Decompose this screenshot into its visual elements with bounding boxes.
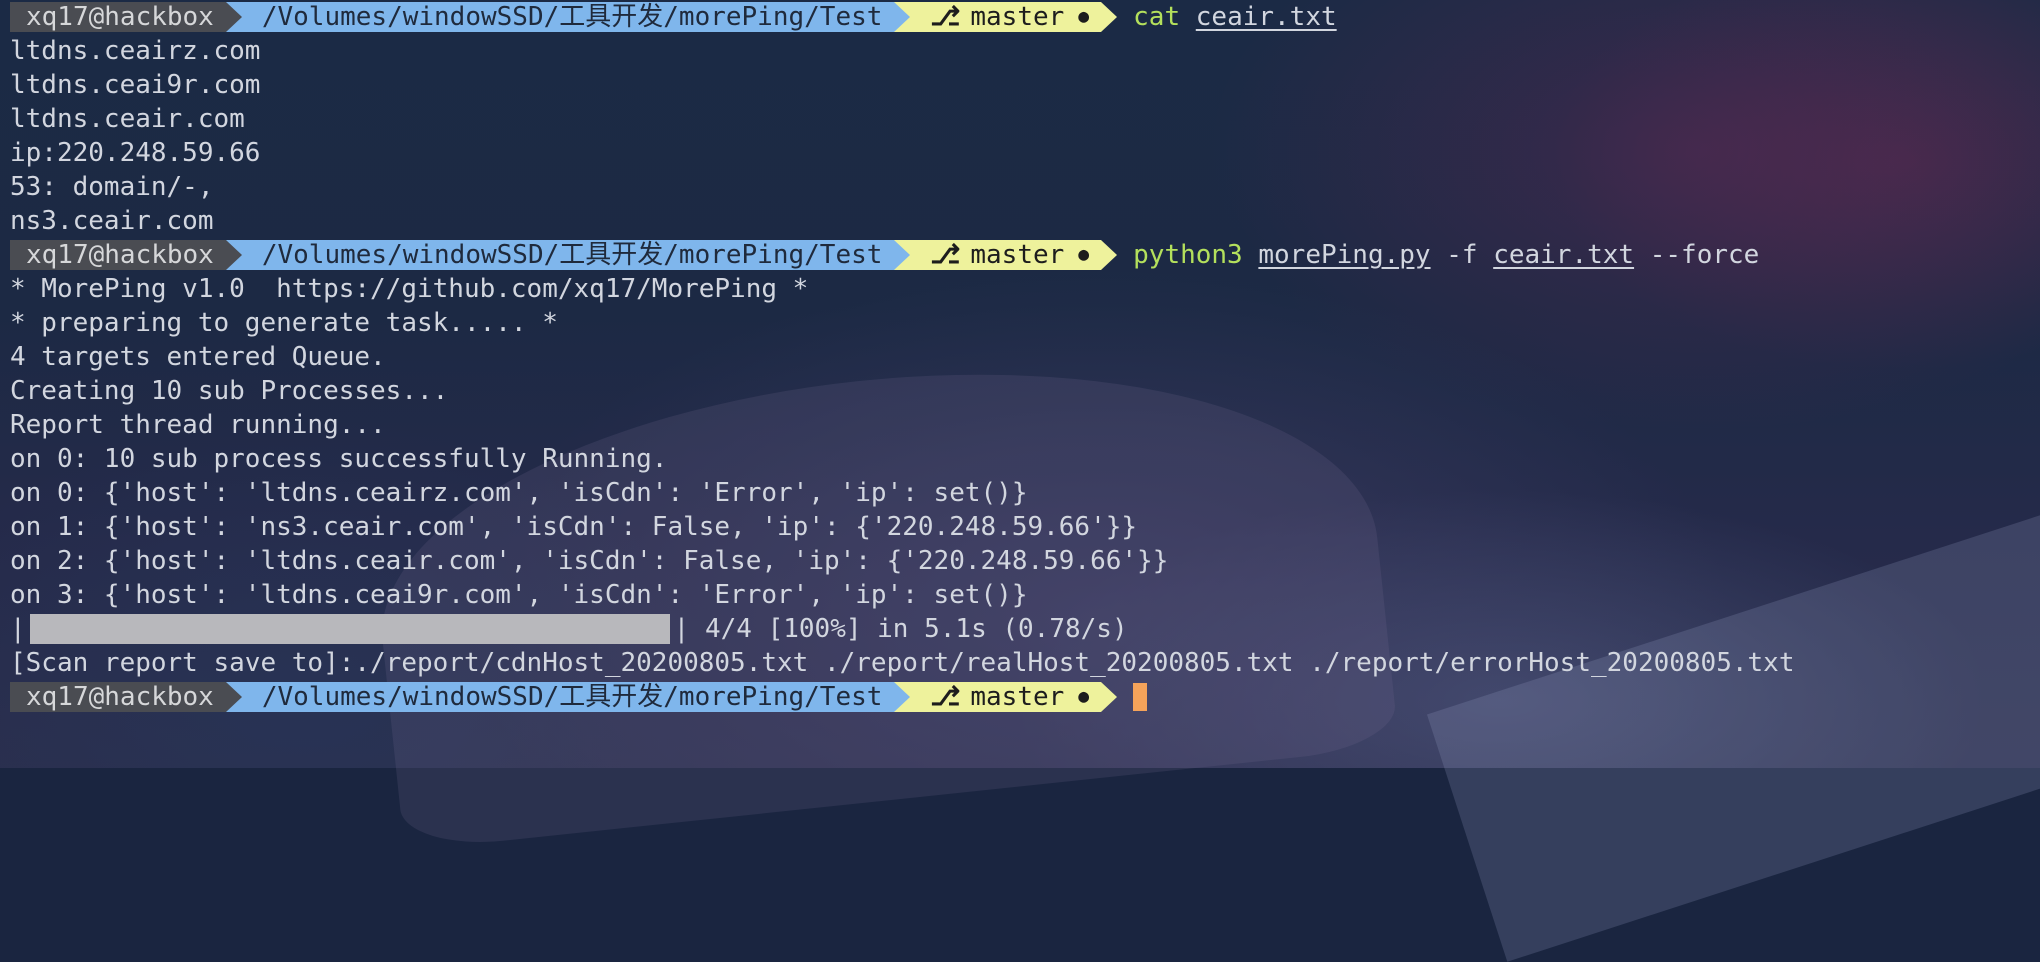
progress-left-border: |	[10, 614, 26, 644]
prompt-user-host: xq17@hackbox	[10, 240, 226, 270]
progress-fill	[29, 614, 670, 644]
output-line: * preparing to generate task..... *	[10, 308, 558, 338]
git-branch-icon: ⎇	[930, 240, 961, 270]
prompt-separator-arrow	[894, 240, 911, 270]
shell-prompt: xq17@hackbox /Volumes/windowSSD/工具开发/mor…	[10, 240, 2040, 270]
prompt-path: /Volumes/windowSSD/工具开发/morePing/Test	[241, 240, 895, 270]
git-dirty-indicator: ●	[1078, 6, 1090, 27]
prompt-user-host: xq17@hackbox	[10, 2, 226, 32]
prompt-separator-arrow	[1101, 2, 1118, 32]
prompt-separator-arrow	[225, 682, 242, 712]
command-force-flag: --force	[1649, 240, 1760, 270]
prompt-git-segment: ⎇ master ●	[910, 682, 1102, 712]
prompt-separator-arrow	[225, 2, 242, 32]
prompt-separator-arrow	[894, 2, 911, 32]
output-line: Report thread running...	[10, 410, 386, 440]
prompt-git-segment: ⎇ master ●	[910, 2, 1102, 32]
terminal-window[interactable]: xq17@hackbox /Volumes/windowSSD/工具开发/mor…	[10, 0, 2040, 714]
output-line: ltdns.ceai9r.com	[10, 70, 261, 100]
prompt-path: /Volumes/windowSSD/工具开发/morePing/Test	[241, 2, 895, 32]
output-line: on 2: {'host': 'ltdns.ceair.com', 'isCdn…	[10, 546, 1169, 576]
command-script: morePing.py	[1258, 240, 1431, 270]
output-line: on 0: 10 sub process successfully Runnin…	[10, 444, 668, 474]
output-line: 4 targets entered Queue.	[10, 342, 386, 372]
progress-right-border: |	[673, 614, 690, 644]
prompt-user-host: xq17@hackbox	[10, 682, 226, 712]
output-line: ns3.ceair.com	[10, 206, 214, 236]
output-line: ip:220.248.59.66	[10, 138, 261, 168]
prompt-path: /Volumes/windowSSD/工具开发/morePing/Test	[241, 682, 895, 712]
output-line: ltdns.ceair.com	[10, 104, 245, 134]
prompt-separator-arrow	[894, 682, 911, 712]
command-file: ceair.txt	[1493, 240, 1635, 270]
output-line: ltdns.ceairz.com	[10, 36, 261, 66]
output-line: on 1: {'host': 'ns3.ceair.com', 'isCdn':…	[10, 512, 1138, 542]
output-line: 53: domain/-,	[10, 172, 214, 202]
output-line: * MorePing v1.0 https://github.com/xq17/…	[10, 274, 809, 304]
prompt-git-segment: ⎇ master ●	[910, 240, 1102, 270]
output-line: on 0: {'host': 'ltdns.ceairz.com', 'isCd…	[10, 478, 1028, 508]
command-line: python3 morePing.py -f ceair.txt --force	[1133, 240, 1759, 270]
progress-bar-line: | | 4/4 [100%] in 5.1s (0.78/s)	[10, 612, 2040, 646]
shell-prompt: xq17@hackbox /Volumes/windowSSD/工具开发/mor…	[10, 682, 2040, 712]
command-name: python3	[1133, 240, 1243, 270]
output-line: Creating 10 sub Processes...	[10, 376, 449, 406]
progress-bar	[29, 614, 670, 644]
shell-prompt: xq17@hackbox /Volumes/windowSSD/工具开发/mor…	[10, 2, 2040, 32]
prompt-separator-arrow	[225, 240, 242, 270]
command-arg: ceair.txt	[1195, 2, 1337, 32]
output-line: on 3: {'host': 'ltdns.ceai9r.com', 'isCd…	[10, 580, 1028, 610]
progress-status: 4/4 [100%] in 5.1s (0.78/s)	[689, 614, 1128, 644]
prompt-separator-arrow	[1101, 682, 1118, 712]
command-flag: -f	[1446, 240, 1478, 270]
git-branch-icon: ⎇	[930, 2, 961, 32]
git-dirty-indicator: ●	[1078, 244, 1090, 265]
terminal-cursor[interactable]	[1133, 683, 1148, 711]
prompt-separator-arrow	[1101, 240, 1118, 270]
prompt-branch: master	[970, 2, 1065, 32]
prompt-branch: master	[970, 240, 1065, 270]
git-branch-icon: ⎇	[930, 682, 961, 712]
prompt-branch: master	[970, 682, 1065, 712]
command-line: cat ceair.txt	[1133, 2, 1337, 32]
report-line: [Scan report save to]:./report/cdnHost_2…	[10, 648, 1795, 678]
git-dirty-indicator: ●	[1078, 686, 1090, 707]
command-name: cat	[1133, 2, 1181, 32]
